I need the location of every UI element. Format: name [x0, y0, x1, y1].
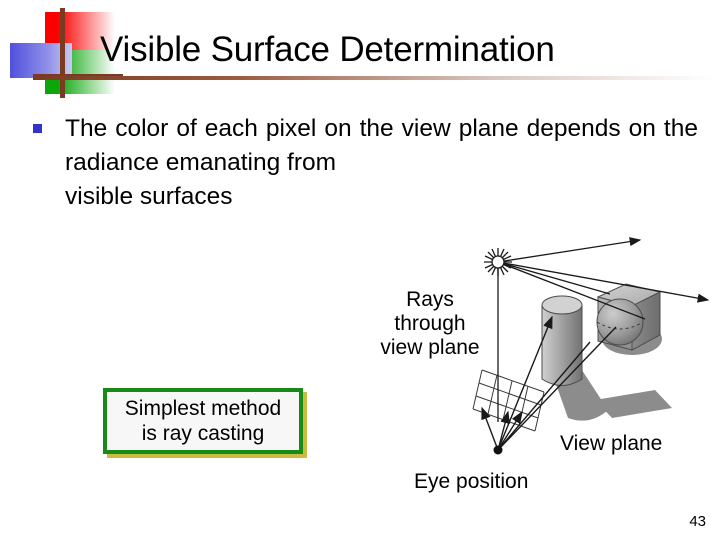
sphere-object — [596, 298, 644, 346]
callout-line-2: is ray casting — [141, 422, 265, 445]
simplest-method-callout: Simplest method is ray casting — [103, 388, 303, 454]
title-underline-rule — [33, 76, 713, 80]
page-title: Visible Surface Determination — [100, 30, 555, 69]
page-number: 43 — [689, 513, 706, 530]
cylinder-object — [541, 295, 583, 386]
slide: Visible Surface Determination The color … — [0, 0, 720, 540]
callout-line-1: Simplest method — [124, 397, 282, 420]
bullet-item-text: The color of each pixel on the view plan… — [65, 112, 698, 214]
square-bullet-icon — [33, 124, 42, 133]
bullet-list: The color of each pixel on the view plan… — [33, 112, 698, 214]
eye-position-label: Eye position — [414, 470, 529, 493]
eye-position-point — [493, 445, 503, 455]
bullet-text-main: The color of each pixel on the view plan… — [65, 115, 698, 176]
light-source-starburst — [484, 248, 512, 276]
view-plane-label: View plane — [560, 432, 663, 455]
logo-vertical-line — [60, 8, 65, 98]
bullet-text-lastline: visible surfaces — [65, 183, 233, 210]
view-plane-grid — [472, 369, 545, 432]
